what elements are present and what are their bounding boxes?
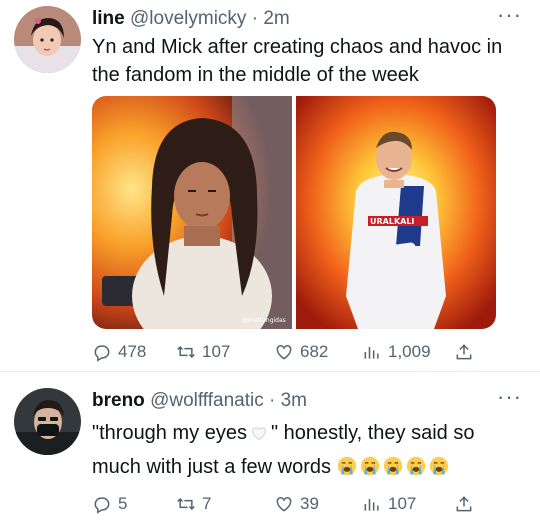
loudly-crying-face-icon <box>360 456 379 476</box>
more-icon[interactable]: ··· <box>497 386 522 408</box>
like-icon <box>276 344 292 360</box>
loudly-crying-face-icon <box>429 456 448 476</box>
separator-dot: · <box>251 8 259 29</box>
retweet-button[interactable]: 107 <box>176 342 230 362</box>
sponsor-logo: URALKALI <box>370 217 414 226</box>
tweet-actions: 478 107 682 1,009 <box>92 342 512 366</box>
views-count: 1,009 <box>388 342 431 361</box>
timestamp[interactable]: 2m <box>263 8 289 29</box>
tweet-header: line @lovelymicky · 2m <box>92 8 290 30</box>
tweet-actions: 5 7 39 107 <box>92 494 512 518</box>
tweet-header: breno @wolfffanatic · 3m <box>92 390 307 412</box>
reply-icon <box>94 497 110 514</box>
media-grid[interactable]: @mattangidas URALKALI <box>92 96 496 329</box>
share-button[interactable] <box>454 494 474 514</box>
share-icon <box>456 496 472 512</box>
like-button[interactable]: 39 <box>274 494 319 514</box>
reply-button[interactable]: 478 <box>92 342 146 362</box>
like-button[interactable]: 682 <box>274 342 328 362</box>
avatar[interactable] <box>14 6 81 73</box>
retweet-icon <box>177 345 195 359</box>
tweet[interactable]: breno @wolfffanatic · 3m ··· "through my… <box>0 372 540 523</box>
retweet-count: 7 <box>202 494 212 513</box>
media-photo-left[interactable]: @mattangidas <box>92 96 292 329</box>
retweet-icon <box>177 497 195 511</box>
loudly-crying-face-icon <box>383 456 402 476</box>
share-icon <box>456 344 472 360</box>
tweet-text: "through my eyes " honestly, they said so… <box>92 416 522 484</box>
retweet-button[interactable]: 7 <box>176 494 211 514</box>
loudly-crying-face-icon <box>337 456 356 476</box>
views-count: 107 <box>388 494 417 513</box>
username[interactable]: @wolfffanatic <box>150 390 264 411</box>
media-photo-right[interactable]: URALKALI <box>296 96 496 329</box>
like-count: 682 <box>300 342 329 361</box>
username[interactable]: @lovelymicky <box>130 8 246 29</box>
emoji-group <box>337 456 452 478</box>
views-icon <box>364 347 379 359</box>
more-icon[interactable]: ··· <box>497 4 522 26</box>
timestamp[interactable]: 3m <box>281 390 307 411</box>
reply-icon <box>94 345 110 362</box>
views-icon <box>364 499 379 511</box>
share-button[interactable] <box>454 342 474 362</box>
views-button[interactable]: 1,009 <box>362 342 431 362</box>
tweet-text-part1: "through my eyes <box>92 422 247 444</box>
loudly-crying-face-icon <box>406 456 425 476</box>
watermark-text: @mattangidas <box>242 317 286 324</box>
avatar[interactable] <box>14 388 81 455</box>
display-name[interactable]: breno <box>92 390 145 411</box>
separator-dot: · <box>269 390 276 411</box>
like-count: 39 <box>300 494 319 513</box>
white-heart-icon <box>251 427 267 441</box>
display-name[interactable]: line <box>92 8 125 29</box>
reply-button[interactable]: 5 <box>92 494 127 514</box>
tweet[interactable]: line @lovelymicky · 2m ··· Yn and Mick a… <box>0 0 540 372</box>
reply-count: 478 <box>118 342 147 361</box>
like-icon <box>276 496 292 512</box>
tweet-text: Yn and Mick after creating chaos and hav… <box>92 36 503 86</box>
retweet-count: 107 <box>202 342 231 361</box>
reply-count: 5 <box>118 494 128 513</box>
views-button[interactable]: 107 <box>362 494 416 514</box>
